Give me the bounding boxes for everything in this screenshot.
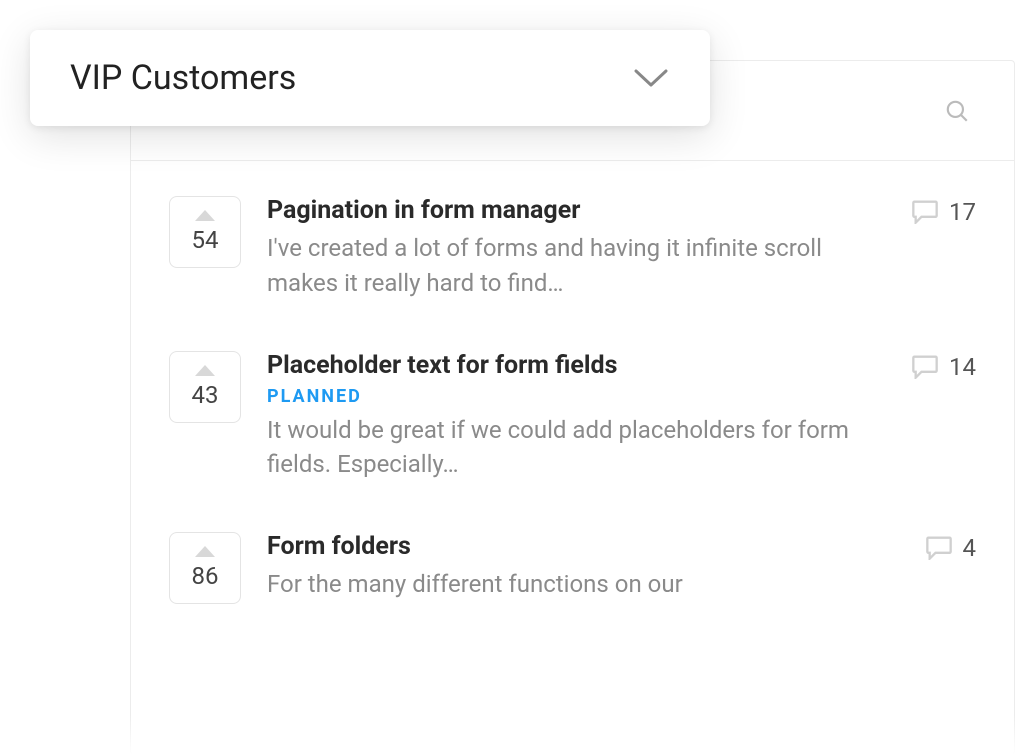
upvote-arrow-icon [195,210,215,221]
comment-indicator[interactable]: 4 [925,532,977,604]
item-title: Pagination in form manager [267,196,885,225]
comment-indicator[interactable]: 14 [911,351,976,483]
feedback-panel: 54 Pagination in form manager I've creat… [130,60,1015,755]
item-description: I've created a lot of forms and having i… [267,231,885,301]
item-title: Placeholder text for form fields [267,351,885,380]
upvote-button[interactable]: 43 [169,351,241,423]
comment-icon [925,534,953,560]
upvote-button[interactable]: 54 [169,196,241,268]
comment-count: 14 [949,353,976,381]
item-title: Form folders [267,532,899,561]
upvote-button[interactable]: 86 [169,532,241,604]
item-content: Placeholder text for form fields PLANNED… [267,351,885,483]
comment-count: 17 [949,198,976,226]
chevron-down-icon [632,67,670,89]
feedback-list: 54 Pagination in form manager I've creat… [131,161,1014,639]
upvote-arrow-icon [195,365,215,376]
filter-selected-label: VIP Customers [70,58,296,98]
item-description: For the many different functions on our [267,567,899,602]
item-content: Pagination in form manager I've created … [267,196,885,301]
comment-indicator[interactable]: 17 [911,196,976,301]
list-item[interactable]: 86 Form folders For the many different f… [131,507,1014,629]
status-badge: PLANNED [267,386,885,407]
comment-icon [911,198,939,224]
vote-count: 54 [192,226,219,254]
comment-icon [911,353,939,379]
vote-count: 43 [192,381,219,409]
upvote-arrow-icon [195,546,215,557]
search-icon[interactable] [944,98,970,124]
vote-count: 86 [192,562,219,590]
list-item[interactable]: 43 Placeholder text for form fields PLAN… [131,326,1014,508]
list-item[interactable]: 54 Pagination in form manager I've creat… [131,171,1014,326]
item-content: Form folders For the many different func… [267,532,899,604]
item-description: It would be great if we could add placeh… [267,413,885,483]
filter-dropdown[interactable]: VIP Customers [30,30,710,126]
comment-count: 4 [963,534,977,562]
